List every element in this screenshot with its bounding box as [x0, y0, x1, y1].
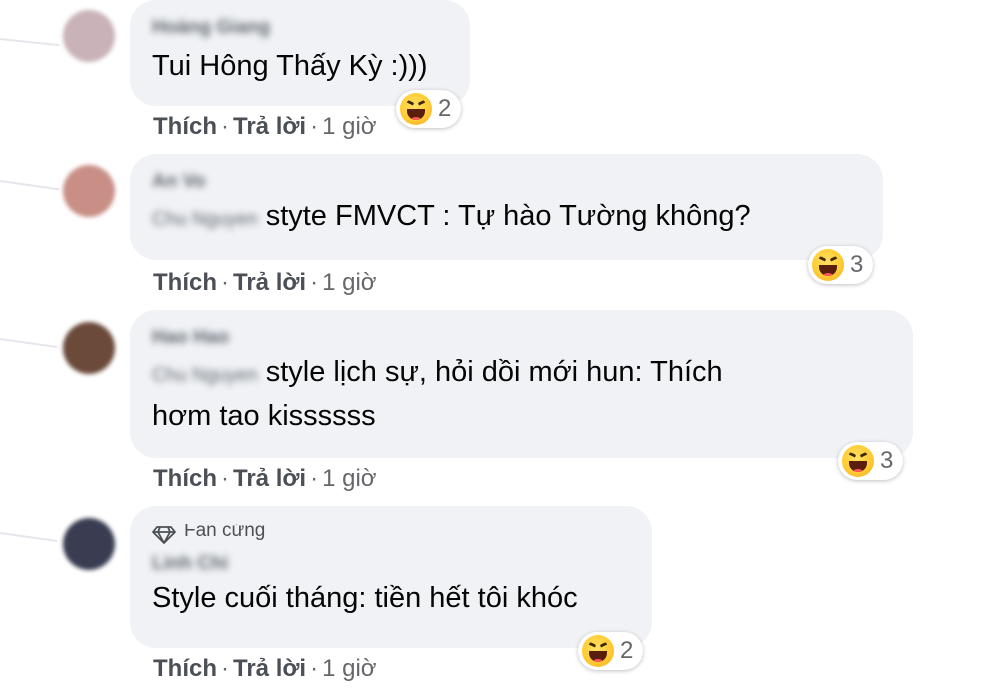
- comment-text-line: Chu Nguyen styte FMVCT : Tự hào Tường kh…: [152, 196, 861, 240]
- comment-actions: Thích · Trả lời · 1 giờ: [153, 655, 377, 683]
- reply-link[interactable]: Trả lời: [233, 269, 306, 296]
- reply-link[interactable]: Trả lời: [233, 113, 306, 140]
- comment-author[interactable]: Hoàng Giang: [152, 16, 448, 40]
- haha-emoji-icon: [400, 93, 432, 125]
- comment-text: Tui Hông Thấy Kỳ :))): [152, 50, 428, 82]
- thread-line: [0, 338, 58, 349]
- comment-bubble: Hao Hao Chu Nguyen style lịch sự, hỏi dồ…: [130, 310, 913, 458]
- separator: ·: [310, 269, 319, 296]
- comment-time[interactable]: 1 giờ: [322, 113, 376, 140]
- reaction-count-badge[interactable]: 2: [396, 90, 462, 128]
- fan-badge[interactable]: Fan cứng: [152, 524, 630, 546]
- like-link[interactable]: Thích: [153, 269, 217, 296]
- mention-tag[interactable]: Chu Nguyen: [152, 365, 258, 386]
- reaction-count: 3: [880, 447, 894, 474]
- comment-text: style lịch sự, hỏi dồi mới hun: Thích: [265, 356, 723, 388]
- avatar[interactable]: [63, 165, 115, 217]
- avatar[interactable]: [63, 10, 115, 62]
- thread-line: [0, 180, 60, 191]
- reaction-count: 2: [620, 637, 634, 664]
- comment-actions: Thích · Trả lời · 1 giờ: [153, 113, 377, 141]
- like-link[interactable]: Thích: [153, 655, 217, 682]
- comment-author[interactable]: Linh Chi: [152, 552, 630, 576]
- diamond-icon: [152, 526, 176, 544]
- thread-line: [0, 38, 60, 47]
- separator: ·: [310, 465, 319, 492]
- comment-text-line: Chu Nguyen style lịch sự, hỏi dồi mới hu…: [152, 352, 891, 396]
- avatar[interactable]: [63, 322, 115, 374]
- avatar[interactable]: [63, 518, 115, 570]
- reaction-count-badge[interactable]: 3: [838, 442, 904, 480]
- separator: ·: [221, 655, 229, 682]
- comment-time[interactable]: 1 giờ: [322, 269, 376, 296]
- comment-text: Style cuối tháng: tiền hết tôi khóc: [152, 582, 578, 614]
- reaction-count-badge[interactable]: 2: [578, 632, 644, 670]
- reply-link[interactable]: Trả lời: [233, 655, 306, 682]
- comment-bubble: Fan cứng Linh Chi Style cuối tháng: tiền…: [130, 506, 652, 648]
- reply-link[interactable]: Trả lời: [233, 465, 306, 492]
- separator: ·: [221, 269, 229, 296]
- comment-bubble: An Vo Chu Nguyen styte FMVCT : Tự hào Tư…: [130, 154, 883, 260]
- comment-actions: Thích · Trả lời · 1 giờ: [153, 465, 377, 493]
- comment-time[interactable]: 1 giờ: [322, 655, 376, 682]
- haha-emoji-icon: [812, 249, 844, 281]
- mention-tag[interactable]: Chu Nguyen: [152, 209, 258, 230]
- haha-emoji-icon: [582, 635, 614, 667]
- haha-emoji-icon: [842, 445, 874, 477]
- reaction-count: 3: [850, 251, 864, 278]
- comment-author[interactable]: An Vo: [152, 170, 861, 194]
- comment-text: hơm tao kissssss: [152, 400, 376, 432]
- separator: ·: [221, 113, 229, 140]
- comment-time[interactable]: 1 giờ: [322, 465, 376, 492]
- separator: ·: [310, 655, 319, 682]
- thread-line: [0, 532, 58, 543]
- comment-actions: Thích · Trả lời · 1 giờ: [153, 269, 377, 297]
- reaction-count: 2: [438, 95, 452, 122]
- like-link[interactable]: Thích: [153, 465, 217, 492]
- separator: ·: [310, 113, 319, 140]
- like-link[interactable]: Thích: [153, 113, 217, 140]
- fan-badge-label: Fan cứng: [184, 524, 266, 541]
- reaction-count-badge[interactable]: 3: [808, 246, 874, 284]
- comment-author[interactable]: Hao Hao: [152, 326, 891, 350]
- comment-text: styte FMVCT : Tự hào Tường không?: [265, 200, 751, 232]
- separator: ·: [221, 465, 229, 492]
